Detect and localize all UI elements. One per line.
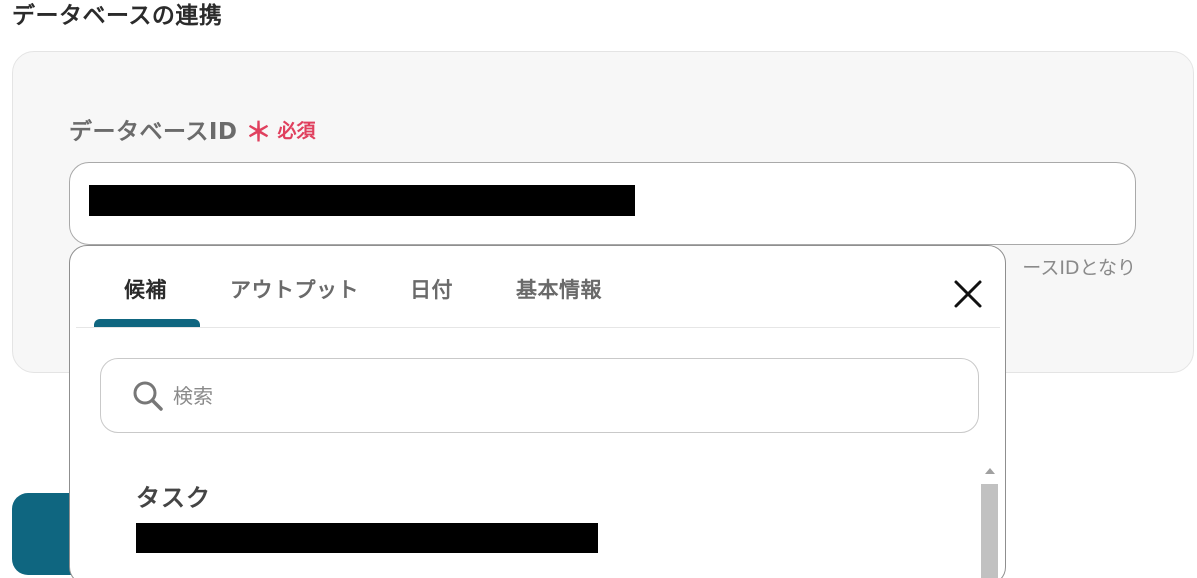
search-field[interactable] (100, 358, 979, 433)
redacted-value (136, 523, 598, 553)
redacted-value (89, 185, 635, 216)
scrollbar[interactable] (981, 464, 999, 578)
suggestion-dropdown: 候補 アウトプット 日付 基本情報 タスク (69, 245, 1006, 578)
field-label-text: データベースID (69, 119, 238, 145)
search-input[interactable] (173, 379, 953, 413)
required-badge: 必須 (277, 119, 316, 142)
field-hint: ースIDとなり (1022, 257, 1136, 279)
scrollbar-thumb[interactable] (981, 484, 998, 578)
scroll-up-icon[interactable] (985, 468, 995, 474)
dropdown-tabs: 候補 アウトプット 日付 基本情報 (76, 246, 1000, 328)
page: データベースの連携 データベースID ＊ 必須 ースIDとなり 候補 アウトプッ… (0, 0, 1197, 578)
search-icon (131, 379, 165, 413)
section-title: データベースの連携 (12, 3, 223, 29)
field-label: データベースID ＊ 必須 (69, 112, 316, 146)
list-item[interactable]: タスク (136, 478, 936, 558)
database-id-input[interactable] (69, 162, 1136, 245)
tab-candidates[interactable]: 候補 (124, 274, 167, 308)
required-asterisk-icon: ＊ (245, 118, 272, 148)
tab-date[interactable]: 日付 (410, 274, 453, 308)
tab-output[interactable]: アウトプット (230, 274, 359, 308)
list-item-title: タスク (136, 484, 211, 512)
close-icon[interactable] (948, 274, 988, 314)
active-tab-indicator (94, 319, 200, 327)
tab-basic-info[interactable]: 基本情報 (516, 274, 602, 308)
